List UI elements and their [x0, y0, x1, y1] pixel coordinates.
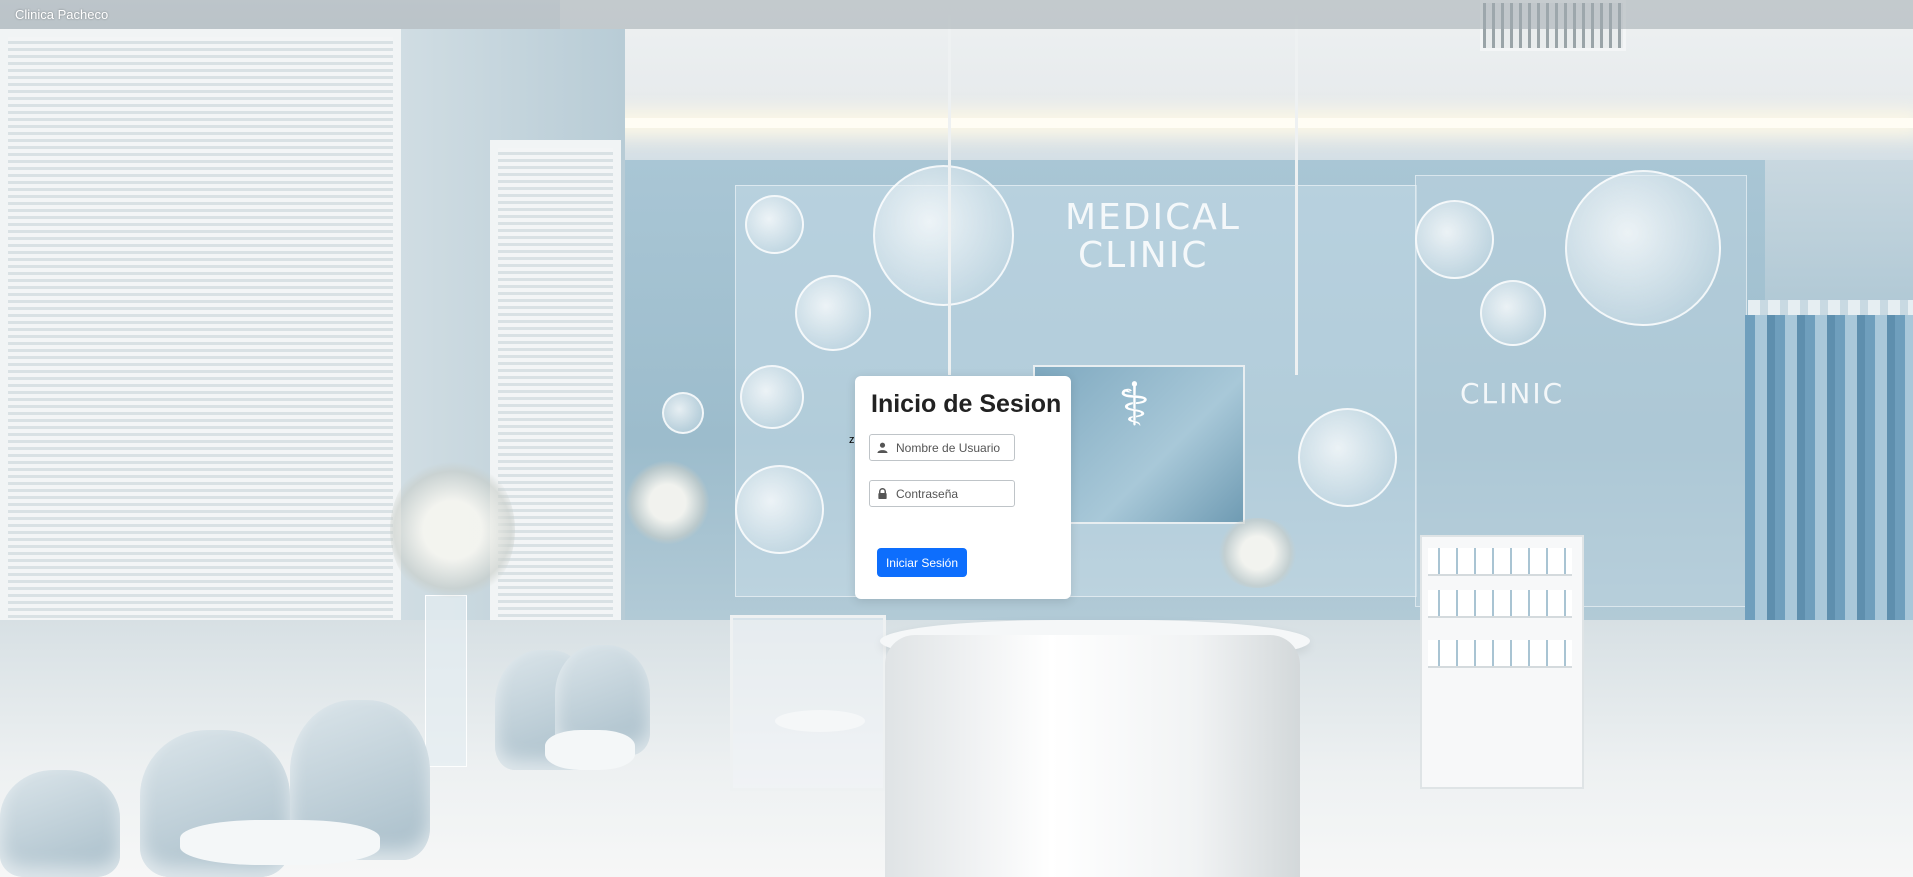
flowers	[390, 455, 515, 605]
username-input[interactable]	[896, 435, 1012, 460]
decor-sphere	[745, 195, 804, 254]
decor-sphere	[1565, 170, 1721, 326]
chair-seat	[545, 730, 635, 770]
decor-sphere	[1480, 280, 1546, 346]
login-title: Inicio de Sesion	[871, 390, 1062, 418]
medical-cart	[730, 615, 886, 791]
brand-title[interactable]: Clinica Pacheco	[15, 7, 108, 22]
stray-text: z	[849, 434, 855, 446]
cabinet-shelf	[1428, 640, 1572, 668]
login-card: Inicio de Sesion Iniciar Sesión	[855, 376, 1071, 599]
decor-sphere	[735, 465, 824, 554]
password-input[interactable]	[896, 481, 1012, 506]
decor-sphere	[740, 365, 804, 429]
decor-sphere	[873, 165, 1014, 306]
stool	[775, 710, 865, 732]
waiting-chair	[0, 770, 120, 877]
vase	[425, 595, 467, 767]
background-scene: MEDICAL CLINIC CLINIC ⚕ Clinica Pacheco …	[0, 0, 1913, 877]
flowers	[1215, 518, 1300, 588]
hanging-cord	[948, 15, 951, 375]
user-icon	[877, 442, 888, 453]
wall-sign-clinic: CLINIC	[1078, 235, 1209, 276]
wall-sign-medical: MEDICAL	[1065, 197, 1241, 238]
password-field[interactable]	[869, 480, 1015, 507]
decor-sphere	[1298, 408, 1397, 507]
middle-window	[490, 140, 621, 656]
ceiling-light	[600, 118, 1913, 128]
reception-desk	[885, 635, 1300, 877]
hanging-cord	[1295, 15, 1298, 375]
username-field[interactable]	[869, 434, 1015, 461]
chair-seat	[180, 820, 380, 865]
caduceus-icon: ⚕	[1118, 371, 1151, 438]
flowers	[625, 460, 710, 545]
login-button[interactable]: Iniciar Sesión	[877, 548, 967, 577]
top-bar: Clinica Pacheco	[0, 0, 1913, 29]
lock-icon	[878, 488, 887, 499]
cabinet-shelf	[1428, 590, 1572, 618]
wall-sign-clinic-right: CLINIC	[1460, 377, 1565, 410]
cabinet-shelf	[1428, 548, 1572, 576]
decor-sphere	[1415, 200, 1494, 279]
decor-sphere	[662, 392, 704, 434]
decor-sphere	[795, 275, 871, 351]
